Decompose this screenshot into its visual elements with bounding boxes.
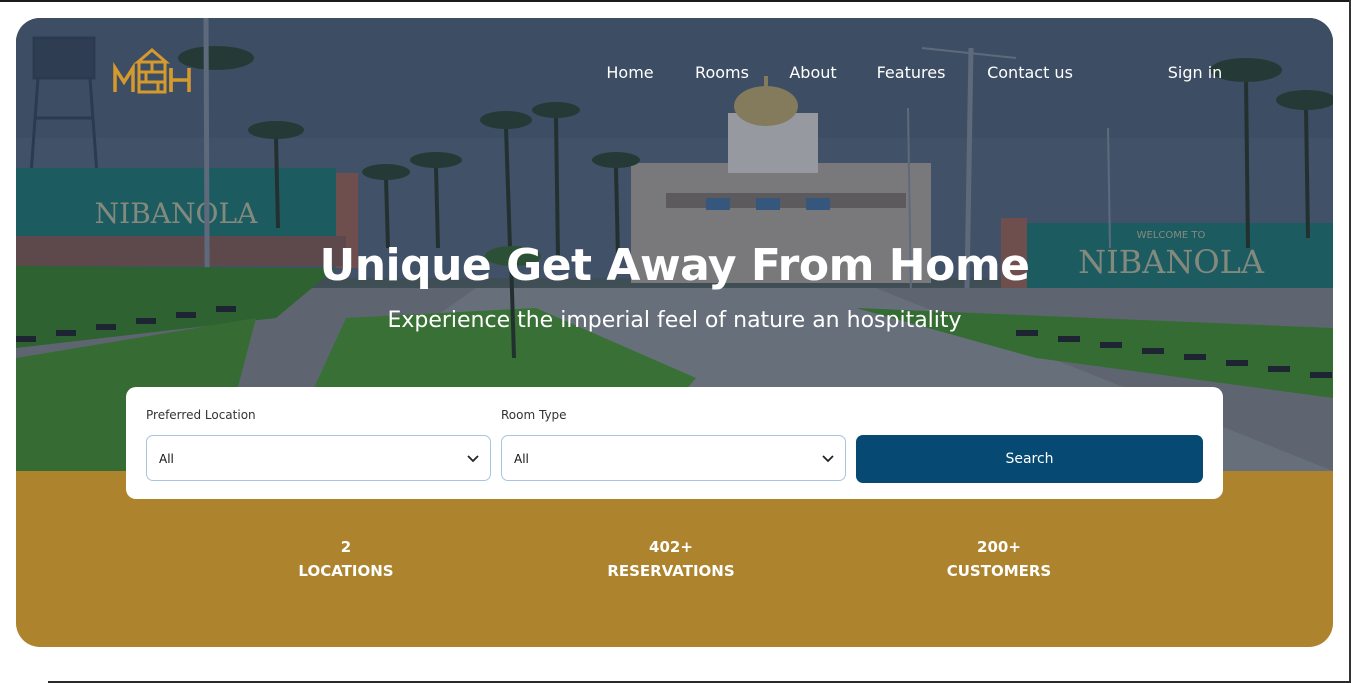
stat-reservations-label: RESERVATIONS [607,562,735,580]
stat-locations: 2 LOCATIONS [236,535,456,583]
location-select-value: All [159,452,174,466]
chevron-down-icon [467,455,479,463]
stat-locations-number: 2 [340,538,352,556]
stat-customers: 200+ CUSTOMERS [889,535,1109,583]
search-card: Preferred Location All Room Type All Sea… [126,387,1223,499]
nav-home-link[interactable]: Home [606,62,653,84]
nav-about-link[interactable]: About [789,62,836,84]
sign-in-link[interactable]: Sign in [1168,62,1223,84]
stat-reservations-number: 402+ [649,538,693,556]
hero-title: Unique Get Away From Home [319,240,1030,291]
nav-rooms-link[interactable]: Rooms [695,62,749,84]
room-type-label: Room Type [501,408,567,422]
top-border [0,0,1351,2]
main-nav: Home Rooms About Features Contact us Sig… [16,62,1333,84]
stat-locations-label: LOCATIONS [298,562,394,580]
room-type-select-value: All [514,452,529,466]
location-label: Preferred Location [146,408,256,422]
stat-reservations: 402+ RESERVATIONS [561,535,781,583]
stat-customers-number: 200+ [977,538,1021,556]
hero-frame: NIBANOLA WELCOME TO NIBANOLA Home Rooms … [16,18,1333,647]
search-button[interactable]: Search [856,435,1203,483]
nav-features-link[interactable]: Features [877,62,946,84]
hero-subtitle: Experience the imperial feel of nature a… [387,308,962,333]
location-select[interactable]: All [146,435,491,481]
chevron-down-icon [822,455,834,463]
room-type-select[interactable]: All [501,435,846,481]
stat-customers-label: CUSTOMERS [946,562,1052,580]
nav-contact-link[interactable]: Contact us [987,62,1073,84]
